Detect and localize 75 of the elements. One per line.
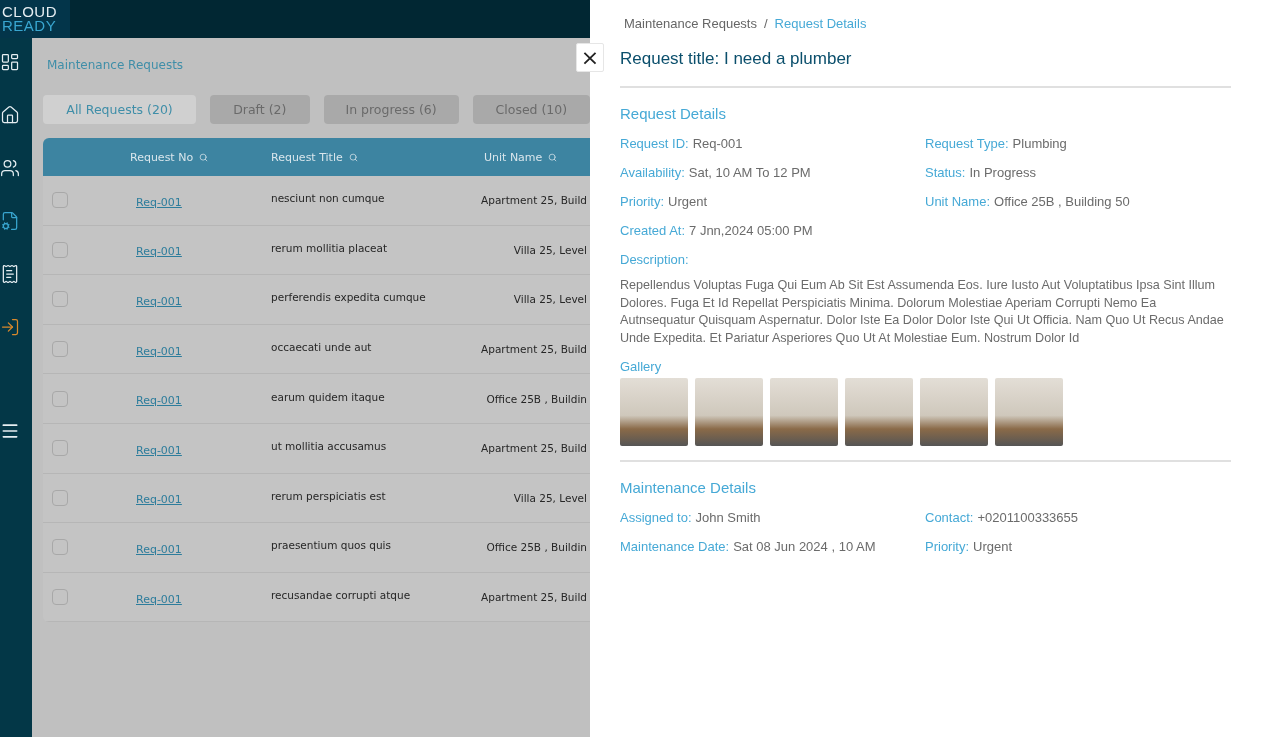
detail-field: Request Type: Plumbing xyxy=(925,136,1231,151)
table-cell-text: Apartment 25, Build xyxy=(480,194,588,207)
photo-placeholder[interactable] xyxy=(995,378,1063,446)
detail-field: Availability: Sat, 10 AM To 12 PM xyxy=(620,165,925,180)
breadcrumb-separator: / xyxy=(764,16,768,31)
detail-field: Status: In Progress xyxy=(925,165,1231,180)
breadcrumb-link[interactable]: Request Details xyxy=(774,16,867,31)
row-checkbox[interactable] xyxy=(52,489,68,506)
table-cell-text: nesciunt non cumque xyxy=(270,192,386,205)
row-checkbox[interactable] xyxy=(52,539,68,556)
table-cell-text: Office 25B , Buildin xyxy=(485,541,588,554)
close-button[interactable]: × xyxy=(576,43,604,72)
request-link[interactable]: Req-001 xyxy=(113,592,182,606)
row-checkbox[interactable] xyxy=(52,341,68,358)
request-link[interactable]: Req-001 xyxy=(113,542,182,556)
row-checkbox[interactable] xyxy=(52,589,68,606)
table-cell-text: praesentium quos quis xyxy=(270,539,392,552)
table-cell-text: Apartment 25, Build xyxy=(480,343,588,356)
table-cell-text: recusandae corrupti atque xyxy=(270,589,412,602)
page-title: Maintenance Requests xyxy=(47,58,185,72)
table-cell-text: Villa 25, Level xyxy=(512,243,588,256)
filter-tab[interactable]: Draft (2) xyxy=(210,95,310,124)
detail-field: Assigned to: John Smith xyxy=(620,510,925,525)
row-checkbox[interactable] xyxy=(52,291,68,308)
table-cell-text: Office 25B , Buildin xyxy=(485,392,588,405)
detail-field: Unit Name: Office 25B , Building 50 xyxy=(925,194,1231,209)
table-cell-text: Apartment 25, Build xyxy=(480,591,588,604)
table-cell-text: ut mollitia accusamus xyxy=(270,440,388,453)
request-link[interactable]: Req-001 xyxy=(113,344,182,358)
filter-tab[interactable]: All Requests (20) xyxy=(43,95,197,124)
filter-tab[interactable]: Closed (10) xyxy=(472,95,590,124)
photo-placeholder[interactable] xyxy=(620,378,688,446)
request-link[interactable]: Req-001 xyxy=(113,443,182,457)
table-cell-text: occaecati unde aut xyxy=(270,341,373,354)
detail-field: Created At: 7 Jnn,2024 05:00 PM xyxy=(620,223,925,238)
request-link[interactable]: Req-001 xyxy=(113,394,182,408)
table-cell-text: rerum perspiciatis est xyxy=(270,489,387,502)
request-link[interactable]: Req-001 xyxy=(113,295,182,308)
table-cell-text: Villa 25, Level xyxy=(512,491,588,504)
column-header: Request Title xyxy=(271,150,343,164)
detail-field: Request ID: Req-001 xyxy=(620,136,925,151)
request-link[interactable]: Req-001 xyxy=(113,245,182,259)
description-text: Repellendus Voluptas Fuga Qui Eum Ab Sit Est Assumenda Eos. Iure Iusto Aut Voluptatibus Ipsa Sint Illum Dolores. Fuga Et Id Repellat Perspiciatis Minima. Dolorum Molestiae Aperiam Corrupti Nemo Ea Autnsequatur Quisquam Aspernatur. Dolor Iste Ea Dolor Dolor Iste Qui Ut Officia. Nam Quo Ut Recus Andae Unde Expedita. Et Pariatur Asperiores Quo Ut At Molestiae Eum. Nostrum Dolor Id xyxy=(620,277,1225,347)
table-cell-text: rerum mollitia placeat xyxy=(270,241,389,254)
search-icon[interactable] xyxy=(199,152,209,162)
detail-field: Priority: Urgent xyxy=(620,194,925,209)
filter-tab[interactable]: In progress (6) xyxy=(323,95,459,124)
request-title: Request title: I need a plumber xyxy=(620,49,1231,88)
section-heading: Request Details xyxy=(620,105,727,122)
logo: CLOUD READY xyxy=(0,0,70,38)
request-link[interactable]: Req-001 xyxy=(113,195,182,209)
column-header: Unit Name xyxy=(484,150,543,164)
detail-field: Priority: Urgent xyxy=(925,539,1231,554)
detail-field: Contact: +0201100333655 xyxy=(925,510,1231,525)
column-header: Request No xyxy=(130,150,194,164)
search-icon[interactable] xyxy=(348,152,358,162)
table-cell-text: Apartment 25, Build xyxy=(480,442,588,455)
gallery-label: Gallery xyxy=(620,359,663,374)
detail-field: Maintenance Date: Sat 08 Jun 2024 , 10 AM xyxy=(620,539,925,554)
breadcrumb-link[interactable]: Maintenance Requests xyxy=(624,16,757,31)
request-link[interactable]: Req-001 xyxy=(113,493,182,507)
description-label: Description: xyxy=(620,252,690,267)
section-heading: Maintenance Details xyxy=(620,479,757,496)
search-icon[interactable] xyxy=(548,152,558,162)
row-checkbox[interactable] xyxy=(52,390,68,407)
row-checkbox[interactable] xyxy=(52,192,68,209)
table-cell-text: earum quidem itaque xyxy=(270,390,386,403)
photo-placeholder[interactable] xyxy=(770,378,838,446)
photo-placeholder[interactable] xyxy=(920,378,988,446)
row-checkbox[interactable] xyxy=(52,241,68,258)
photo-placeholder[interactable] xyxy=(695,378,763,446)
table-cell-text: Villa 25, Level xyxy=(512,293,588,306)
row-checkbox[interactable] xyxy=(52,440,68,457)
table-cell-text: perferendis expedita cumque xyxy=(270,291,427,304)
photo-placeholder[interactable] xyxy=(845,378,913,446)
